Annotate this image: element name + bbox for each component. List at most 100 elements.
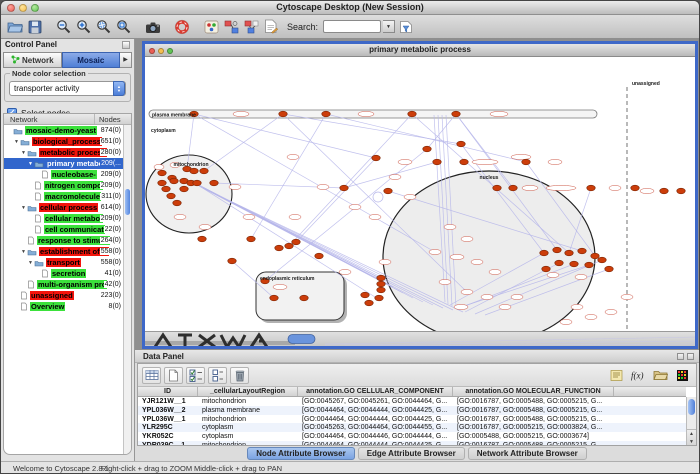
zoom-out-icon[interactable] bbox=[55, 18, 73, 36]
network-node[interactable] bbox=[198, 236, 206, 242]
tree-row-multi-organism-pro[interactable]: multi-organism pro42(0) bbox=[4, 279, 123, 290]
network-node[interactable] bbox=[158, 170, 166, 176]
network-node[interactable] bbox=[365, 300, 373, 306]
network-node[interactable] bbox=[375, 295, 383, 301]
column-header-2[interactable]: annotation.GO CELLULAR_COMPONENT bbox=[298, 387, 453, 396]
zoom-selected-icon[interactable] bbox=[95, 18, 113, 36]
close-window-icon[interactable] bbox=[7, 4, 15, 12]
network-canvas[interactable]: plasma membranecytoplasmmitochondrionnuc… bbox=[145, 57, 695, 331]
network-node[interactable] bbox=[565, 250, 573, 256]
disclosure-triangle-icon[interactable]: ▼ bbox=[13, 139, 20, 145]
tree-row-cell-communicat[interactable]: cell communicat22(0) bbox=[4, 224, 123, 235]
network-node[interactable] bbox=[522, 159, 530, 165]
network-node[interactable] bbox=[300, 295, 308, 301]
network-graph[interactable]: plasma membranecytoplasmmitochondrionnuc… bbox=[145, 57, 695, 331]
tree-scrollbar[interactable] bbox=[123, 125, 131, 454]
tree-row-macromolecule[interactable]: macromolecule311(0) bbox=[4, 191, 123, 202]
network-edge[interactable] bbox=[251, 114, 326, 239]
network-node[interactable] bbox=[408, 111, 416, 117]
network-node[interactable] bbox=[631, 185, 639, 191]
network-edge[interactable] bbox=[326, 114, 526, 162]
network-node[interactable] bbox=[377, 281, 385, 287]
network-node[interactable] bbox=[210, 180, 218, 186]
network-node[interactable] bbox=[540, 250, 548, 256]
network-node[interactable] bbox=[587, 185, 595, 191]
disclosure-triangle-icon[interactable]: ▼ bbox=[27, 260, 34, 266]
network-node[interactable] bbox=[173, 200, 181, 206]
tab-edge-attribute-browser[interactable]: Edge Attribute Browser bbox=[358, 447, 465, 460]
network-node[interactable] bbox=[372, 155, 380, 161]
network-node[interactable] bbox=[660, 188, 668, 194]
network-edge[interactable] bbox=[194, 114, 376, 158]
plugin-manager-icon[interactable] bbox=[222, 18, 240, 36]
unselect-attributes-icon[interactable] bbox=[208, 367, 227, 384]
disclosure-triangle-icon[interactable]: ▼ bbox=[27, 161, 34, 167]
formula-builder-icon[interactable]: f(x) bbox=[629, 367, 648, 384]
tree-scrollbar-thumb[interactable] bbox=[125, 189, 130, 215]
create-attribute-icon[interactable] bbox=[164, 367, 183, 384]
network-node[interactable] bbox=[377, 275, 385, 281]
network-node[interactable] bbox=[315, 253, 323, 259]
disclosure-triangle-icon[interactable]: ▼ bbox=[20, 205, 27, 211]
disclosure-triangle-icon[interactable]: ▼ bbox=[20, 249, 27, 255]
zoom-fit-icon[interactable] bbox=[115, 18, 133, 36]
network-node[interactable] bbox=[340, 185, 348, 191]
network-window-titlebar[interactable]: primary metabolic process bbox=[145, 44, 695, 57]
tree-row-primary-metabo[interactable]: ▼primary metabo209(... bbox=[4, 158, 123, 169]
tab-mosaic[interactable]: Mosaic bbox=[62, 52, 121, 68]
tree-row-cellular-process[interactable]: ▼cellular process614(0) bbox=[4, 202, 123, 213]
network-node[interactable] bbox=[509, 185, 517, 191]
minimize-window-icon[interactable] bbox=[19, 4, 27, 12]
frame-minimize-icon[interactable] bbox=[158, 48, 164, 54]
network-node[interactable] bbox=[542, 266, 550, 272]
zoom-in-icon[interactable] bbox=[75, 18, 93, 36]
column-header-3[interactable]: annotation.GO MOLECULAR_FUNCTION bbox=[453, 387, 614, 396]
import-attributes-icon[interactable] bbox=[651, 367, 670, 384]
network-node[interactable] bbox=[423, 146, 431, 152]
network-node[interactable] bbox=[285, 243, 293, 249]
column-header-1[interactable]: _cellularLayoutRegion bbox=[198, 387, 298, 396]
plugin-update-icon[interactable] bbox=[242, 18, 260, 36]
search-config-icon[interactable] bbox=[397, 18, 415, 36]
network-node[interactable] bbox=[190, 168, 198, 174]
tree-row-establishment-of-lo[interactable]: ▼establishment of lo558(0) bbox=[4, 246, 123, 257]
network-node[interactable] bbox=[270, 295, 278, 301]
network-node[interactable] bbox=[292, 239, 300, 245]
network-node[interactable] bbox=[452, 111, 460, 117]
table-row[interactable]: YPL036W__1mitochondrion[GO:0044464, GO:0… bbox=[138, 415, 686, 424]
network-window[interactable]: primary metabolic process plasma membran… bbox=[142, 41, 698, 349]
table-row[interactable]: YDR039C__1mitochondrion[GO:0044464, GO:0… bbox=[138, 441, 686, 445]
disclosure-triangle-icon[interactable]: ▼ bbox=[20, 150, 27, 156]
network-node[interactable] bbox=[433, 159, 441, 165]
tree-row-unassigned[interactable]: unassigned223(0) bbox=[4, 290, 123, 301]
tree-row-transport[interactable]: ▼transport558(0) bbox=[4, 257, 123, 268]
network-node[interactable] bbox=[677, 188, 685, 194]
save-icon[interactable] bbox=[26, 18, 44, 36]
tree-row-biological-process[interactable]: ▼biological_process651(0) bbox=[4, 136, 123, 147]
network-node[interactable] bbox=[279, 111, 287, 117]
annotation-icon[interactable] bbox=[262, 18, 280, 36]
search-input[interactable] bbox=[323, 20, 381, 33]
network-node[interactable] bbox=[555, 260, 563, 266]
tab-overflow-button[interactable]: ▶ bbox=[120, 52, 132, 68]
delete-attribute-icon[interactable] bbox=[230, 367, 249, 384]
network-node[interactable] bbox=[570, 261, 578, 267]
network-node[interactable] bbox=[591, 253, 599, 259]
frame-close-icon[interactable] bbox=[149, 48, 155, 54]
tab-network[interactable]: Network bbox=[3, 52, 62, 68]
network-node[interactable] bbox=[322, 111, 330, 117]
window-titlebar[interactable]: Cytoscape Desktop (New Session) bbox=[1, 1, 699, 15]
table-row[interactable]: YJR121W__1mitochondrion[GO:0045267, GO:0… bbox=[138, 397, 686, 406]
network-node[interactable] bbox=[193, 180, 201, 186]
network-node[interactable] bbox=[605, 266, 613, 272]
table-scrollbar[interactable]: ▲▼ bbox=[686, 397, 696, 445]
attribute-grid-icon[interactable] bbox=[142, 367, 161, 384]
table-row[interactable]: YPL036W__2plasma membrane[GO:0044464, GO… bbox=[138, 406, 686, 415]
tree-row-cellular-metabol[interactable]: cellular metabol209(0) bbox=[4, 213, 123, 224]
network-node[interactable] bbox=[275, 245, 283, 251]
network-node[interactable] bbox=[228, 258, 236, 264]
tab-node-attribute-browser[interactable]: Node Attribute Browser bbox=[247, 447, 355, 460]
network-node[interactable] bbox=[598, 257, 606, 263]
matrix-view-icon[interactable] bbox=[673, 367, 692, 384]
select-attributes-icon[interactable] bbox=[186, 367, 205, 384]
